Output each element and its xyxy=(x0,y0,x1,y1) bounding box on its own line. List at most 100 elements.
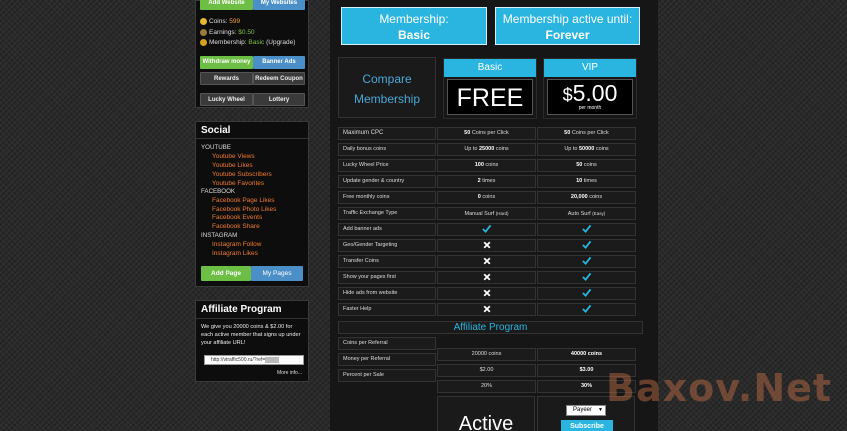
active-label: Active xyxy=(458,413,514,431)
instagram-likes-link[interactable]: Instagram Likes xyxy=(212,250,258,257)
feature-row: Faster Help xyxy=(338,303,636,316)
upgrade-link[interactable]: (Upgrade) xyxy=(266,39,295,46)
redeem-coupon-button[interactable]: Redeem Coupon xyxy=(253,72,305,85)
subscribe-button[interactable]: Subscribe xyxy=(561,420,613,431)
membership-box-value: Basic xyxy=(397,28,431,42)
basic-value: 100 coins xyxy=(437,159,536,172)
youtube-subscribers-link[interactable]: Youtube Subscribers xyxy=(212,171,272,178)
vip-value: Up to 50000 coins xyxy=(537,143,636,156)
add-page-button[interactable]: Add Page xyxy=(201,266,251,281)
compare-line2: Membership xyxy=(353,92,421,106)
earnings-label: Earnings: xyxy=(209,29,239,37)
affiliate-program-title: Affiliate Program xyxy=(338,321,643,334)
vip-value: 50 coins xyxy=(537,159,636,172)
feature-row: Lucky Wheel Price 100 coins 50 coins xyxy=(338,159,636,172)
vip-value: 10 times xyxy=(537,175,636,188)
check-icon xyxy=(482,224,491,234)
membership-active-label: Membership active until: xyxy=(502,12,633,26)
feature-row: Hide ads from website xyxy=(338,287,636,300)
feature-row: Show your pages first xyxy=(338,271,636,284)
feature-label: Show your pages first xyxy=(338,271,436,284)
affiliate-panel-title: Affiliate Program xyxy=(201,304,282,315)
basic-value xyxy=(437,271,536,284)
membership-value: Basic xyxy=(248,39,265,47)
add-website-button[interactable]: Add Website xyxy=(200,0,253,10)
instagram-follow-link[interactable]: Instagram Follow xyxy=(212,241,262,248)
affiliate-label: Coins per Referral xyxy=(338,337,436,350)
feature-label: Free monthly coins xyxy=(338,191,436,204)
vip-period: per month xyxy=(578,105,602,111)
feature-row: Free monthly coins 0 coins 20,000 coins xyxy=(338,191,636,204)
youtube-favorites-link[interactable]: Youtube Favorites xyxy=(212,180,264,187)
basic-plan-name: Basic xyxy=(444,59,536,77)
lucky-wheel-button[interactable]: Lucky Wheel xyxy=(200,93,253,106)
feature-label: Transfer Coins xyxy=(338,255,436,268)
basic-value xyxy=(437,223,536,236)
basic-price: FREE xyxy=(456,84,524,112)
youtube-likes-link[interactable]: Youtube Likes xyxy=(212,162,253,169)
feature-row: Add banner ads xyxy=(338,223,636,236)
coins-value: 599 xyxy=(229,18,241,26)
facebook-share-link[interactable]: Facebook Share xyxy=(212,223,260,230)
cross-icon xyxy=(483,305,491,312)
vip-price-box: $5.00 per month xyxy=(547,79,633,115)
membership-icon xyxy=(200,39,207,46)
vip-value xyxy=(537,223,636,236)
basic-value: 20% xyxy=(437,380,536,393)
check-icon xyxy=(582,272,591,282)
cross-icon xyxy=(483,241,491,248)
affiliate-url-field[interactable]: http://vtraffic500.ru/?ref= xyxy=(204,355,304,365)
affiliate-label: Percent per Sale xyxy=(338,369,436,382)
vip-plan-header: VIP $5.00 per month xyxy=(543,58,637,119)
vip-value xyxy=(537,287,636,300)
facebook-events-link[interactable]: Facebook Events xyxy=(212,214,262,221)
feature-label: Traffic Exchange Type xyxy=(338,207,436,220)
membership-active-box: Membership active until: Forever xyxy=(495,7,640,45)
basic-value: 0 coins xyxy=(437,191,536,204)
facebook-category: FACEBOOK xyxy=(201,188,236,195)
feature-label: Update gender & country xyxy=(338,175,436,188)
vip-subscribe-box: Payeer ▼ Subscribe xyxy=(537,396,635,431)
membership-label: Membership: xyxy=(209,39,249,47)
coins-info: Coins: 599 xyxy=(200,18,240,25)
cross-icon xyxy=(483,289,491,296)
withdraw-money-button[interactable]: Withdraw money xyxy=(200,56,253,69)
vip-value xyxy=(537,303,636,316)
vip-plan-name: VIP xyxy=(544,59,636,77)
feature-label: Maximum CPC xyxy=(338,127,436,140)
youtube-views-link[interactable]: Youtube Views xyxy=(212,153,255,160)
youtube-category: YOUTUBE xyxy=(201,144,231,151)
feature-row: Maximum CPC 50 Coins per Click 50 Coins … xyxy=(338,127,636,140)
more-info-link[interactable]: More info... xyxy=(277,370,302,376)
basic-price-box: FREE xyxy=(447,79,533,115)
coins-icon xyxy=(200,18,207,25)
vip-currency: $ xyxy=(562,85,573,105)
feature-row: Daily bonus coins Up to 25000 coins Up t… xyxy=(338,143,636,156)
feature-label: Add banner ads xyxy=(338,223,436,236)
feature-label: Hide ads from website xyxy=(338,287,436,300)
feature-row: Geo/Gender Targeting xyxy=(338,239,636,252)
main-content: Membership: Basic Membership active unti… xyxy=(330,0,658,431)
cross-icon xyxy=(483,257,491,264)
lottery-button[interactable]: Lottery xyxy=(253,93,305,106)
social-panel: Social YOUTUBE Youtube Views Youtube Lik… xyxy=(195,121,309,287)
chevron-down-icon: ▼ xyxy=(598,407,603,413)
facebook-photo-likes-link[interactable]: Facebook Photo Likes xyxy=(212,206,276,213)
basic-value xyxy=(437,287,536,300)
basic-value: Up to 25000 coins xyxy=(437,143,536,156)
vip-value xyxy=(537,239,636,252)
my-pages-button[interactable]: My Pages xyxy=(251,266,303,281)
my-websites-button[interactable]: My Websites xyxy=(253,0,305,10)
social-title: Social xyxy=(201,125,231,136)
feature-label: Daily bonus coins xyxy=(338,143,436,156)
feature-row: Update gender & country 2 times 10 times xyxy=(338,175,636,188)
banner-ads-button[interactable]: Banner Ads xyxy=(253,56,305,69)
vip-value: 30% xyxy=(537,380,636,393)
payment-select[interactable]: Payeer ▼ xyxy=(566,405,606,416)
check-icon xyxy=(582,224,591,234)
facebook-page-likes-link[interactable]: Facebook Page Likes xyxy=(212,197,275,204)
membership-active-value: Forever xyxy=(545,28,590,42)
feature-label: Lucky Wheel Price xyxy=(338,159,436,172)
rewards-button[interactable]: Rewards xyxy=(200,72,253,85)
affiliate-row: Money per Referral $2.00 $3.00 xyxy=(338,353,636,377)
